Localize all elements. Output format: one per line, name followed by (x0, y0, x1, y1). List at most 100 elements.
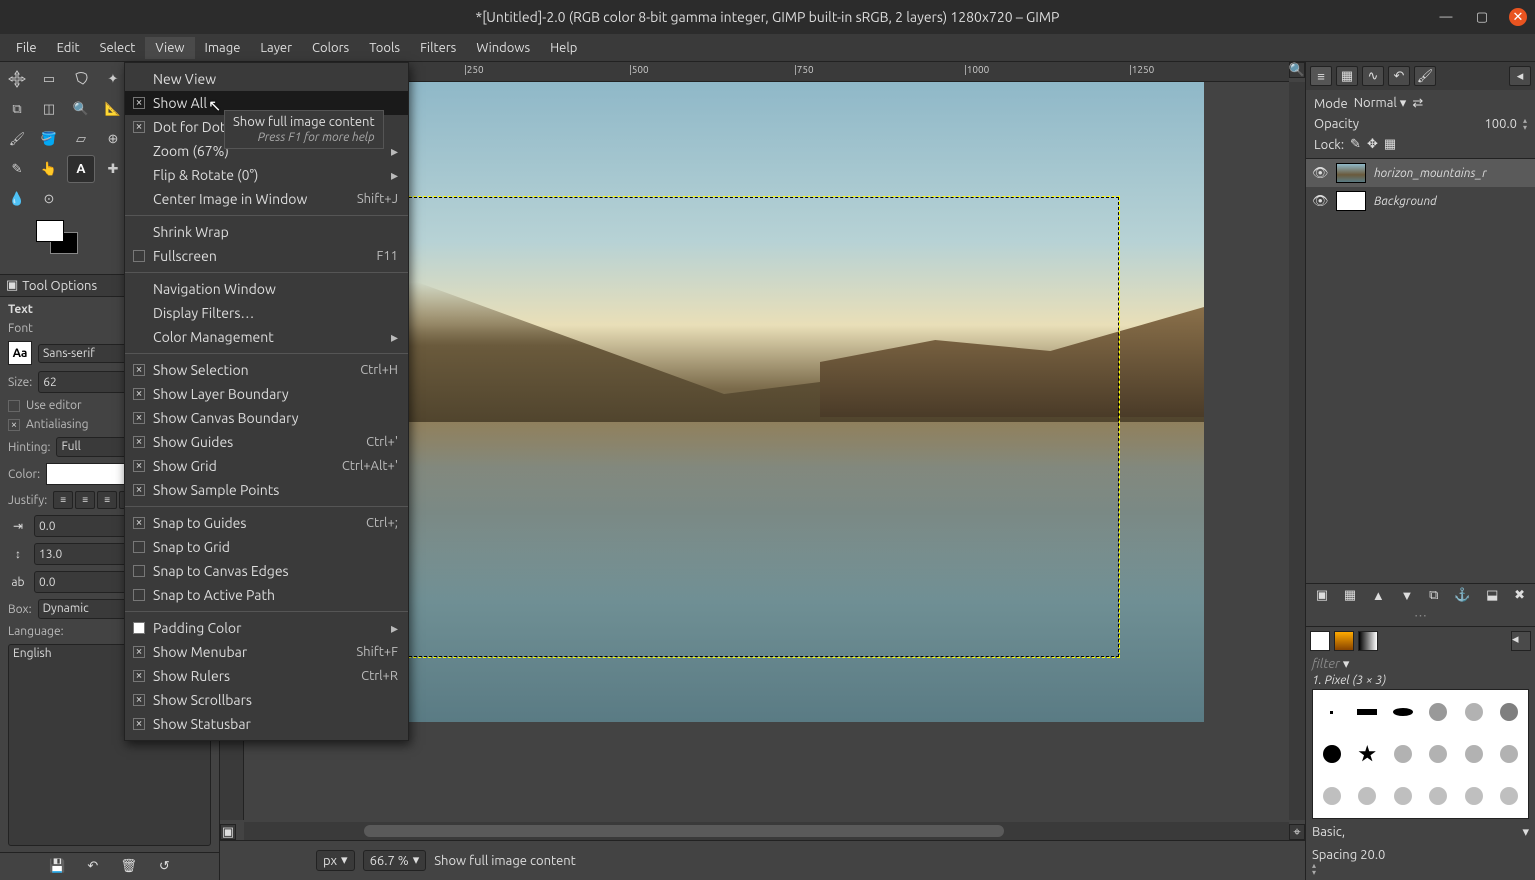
patterns-tab-icon[interactable] (1334, 631, 1354, 651)
menu-colors[interactable]: Colors (302, 37, 359, 59)
lock-alpha-icon[interactable]: ▦ (1384, 137, 1396, 152)
menu-show-selection[interactable]: Show SelectionCtrl+H (125, 358, 408, 382)
merge-layer-icon[interactable]: ⬓ (1486, 588, 1498, 603)
scrollbar-horizontal[interactable] (244, 822, 1289, 840)
justify-center-icon[interactable]: ≡ (75, 491, 95, 509)
lock-pixels-icon[interactable]: ✎ (1350, 137, 1361, 152)
eraser-tool-icon[interactable]: ▱ (68, 126, 94, 152)
menu-show-canvas-boundary[interactable]: Show Canvas Boundary (125, 406, 408, 430)
menu-snap-grid[interactable]: Snap to Grid (125, 535, 408, 559)
layer-thumbnail[interactable] (1336, 163, 1366, 183)
menu-navigation-window[interactable]: Navigation Window (125, 277, 408, 301)
layer-name[interactable]: horizon_mountains_r (1374, 167, 1487, 180)
restore-preset-icon[interactable]: ↶ (87, 859, 98, 874)
text-tool-icon[interactable]: A (68, 156, 94, 182)
paths-tab-icon[interactable]: ∿ (1362, 66, 1384, 86)
justify-left-icon[interactable]: ≡ (53, 491, 73, 509)
menu-snap-path[interactable]: Snap to Active Path (125, 583, 408, 607)
measure-tool-icon[interactable]: 📐 (100, 96, 126, 122)
menu-show-guides[interactable]: Show GuidesCtrl+' (125, 430, 408, 454)
fg-color-swatch[interactable] (36, 220, 64, 242)
antialias-checkbox[interactable] (8, 419, 20, 431)
brush-grid[interactable] (1312, 689, 1529, 819)
menu-show-statusbar[interactable]: Show Statusbar (125, 712, 408, 736)
brush-item[interactable] (1386, 692, 1420, 732)
brush-item[interactable] (1422, 734, 1456, 774)
smudge-tool-icon[interactable]: 👆 (36, 156, 62, 182)
spacing-spinner-icon[interactable]: ▴▾ (1312, 862, 1529, 876)
brush-item[interactable] (1351, 734, 1385, 774)
layer-row[interactable]: 👁 Background (1306, 187, 1535, 215)
paintbrush-tool-icon[interactable]: 🖌 (4, 126, 30, 152)
new-layer-icon[interactable]: ▣ (1316, 588, 1328, 603)
duplicate-layer-icon[interactable]: ⧉ (1429, 588, 1438, 603)
mode-dropdown[interactable]: Normal ▾ (1354, 96, 1407, 111)
menu-show-rulers[interactable]: Show RulersCtrl+R (125, 664, 408, 688)
free-select-tool-icon[interactable] (68, 66, 94, 92)
layer-thumbnail[interactable] (1336, 191, 1366, 211)
zoom-dropdown[interactable]: 66.7 % ▾ (363, 850, 427, 871)
brush-preset-dropdown[interactable]: Basic,▾ (1312, 825, 1345, 839)
transform-tool-icon[interactable]: ◫ (36, 96, 62, 122)
menu-image[interactable]: Image (195, 37, 251, 59)
layer-row[interactable]: 👁 horizon_mountains_r (1306, 159, 1535, 187)
menu-select[interactable]: Select (90, 37, 146, 59)
menu-display-filters[interactable]: Display Filters… (125, 301, 408, 325)
clone-tool-icon[interactable]: ⊕ (100, 126, 126, 152)
menu-show-sample-points[interactable]: Show Sample Points (125, 478, 408, 502)
save-preset-icon[interactable]: 💾 (49, 859, 65, 874)
bucket-fill-tool-icon[interactable]: 🪣 (36, 126, 62, 152)
undo-tab-icon[interactable]: ↶ (1388, 66, 1410, 86)
brush-tab-icon[interactable]: 🖌 (1414, 66, 1436, 86)
crop-tool-icon[interactable]: ⧉ (4, 96, 30, 122)
lock-position-icon[interactable]: ✥ (1367, 137, 1378, 152)
menu-flip-rotate[interactable]: Flip & Rotate (0°)▸ (125, 163, 408, 187)
spacing-value[interactable]: 20.0 (1360, 848, 1385, 862)
brush-item[interactable] (1351, 692, 1385, 732)
unit-dropdown[interactable]: px ▾ (316, 850, 355, 871)
lower-layer-icon[interactable]: ▼ (1401, 588, 1414, 603)
opacity-value[interactable]: 100.0 (1484, 117, 1517, 131)
fg-bg-color[interactable] (36, 220, 88, 268)
opacity-spinner-icon[interactable]: ▴▾ (1523, 117, 1527, 131)
reset-preset-icon[interactable]: ↺ (159, 859, 170, 874)
menu-show-layer-boundary[interactable]: Show Layer Boundary (125, 382, 408, 406)
mode-switch-icon[interactable]: ⇄ (1412, 96, 1423, 111)
rect-select-tool-icon[interactable]: ▭ (36, 66, 62, 92)
quickmask-icon[interactable]: ▣ (220, 824, 236, 840)
menu-windows[interactable]: Windows (466, 37, 540, 59)
menu-help[interactable]: Help (540, 37, 587, 59)
chevron-down-icon[interactable]: ▾ (1343, 657, 1350, 671)
brush-item[interactable] (1422, 776, 1456, 816)
brush-item[interactable] (1315, 734, 1349, 774)
brush-item[interactable] (1493, 692, 1527, 732)
minimize-icon[interactable]: — (1437, 8, 1455, 26)
menu-new-view[interactable]: New View (125, 67, 408, 91)
navigation-corner-icon[interactable]: ⌖ (1289, 824, 1305, 840)
brush-item[interactable] (1315, 776, 1349, 816)
channels-tab-icon[interactable]: ▦ (1336, 66, 1358, 86)
dock-handle-icon[interactable]: ⋯ (1306, 607, 1535, 626)
brush-item[interactable] (1422, 692, 1456, 732)
brush-item[interactable] (1457, 734, 1491, 774)
brush-item[interactable] (1351, 776, 1385, 816)
font-preview-icon[interactable]: Aa (8, 341, 32, 365)
path-tool-icon[interactable]: ✎ (4, 156, 30, 182)
menu-view[interactable]: View (145, 37, 194, 59)
brush-item[interactable] (1457, 692, 1491, 732)
close-icon[interactable]: ✕ (1509, 8, 1527, 26)
anchor-layer-icon[interactable]: ⚓ (1454, 588, 1470, 603)
menu-show-menubar[interactable]: Show MenubarShift+F (125, 640, 408, 664)
use-editor-checkbox[interactable] (8, 400, 20, 412)
brush-item[interactable] (1386, 776, 1420, 816)
panel-menu-icon[interactable]: ◂ (1509, 66, 1531, 86)
menu-color-management[interactable]: Color Management▸ (125, 325, 408, 349)
delete-preset-icon[interactable]: 🗑 (120, 859, 137, 874)
menu-edit[interactable]: Edit (47, 37, 90, 59)
fuzzy-select-tool-icon[interactable]: ✦ (100, 66, 126, 92)
zoom-corner-icon[interactable]: 🔍 (1289, 62, 1305, 78)
brush-item[interactable] (1457, 776, 1491, 816)
panel-menu-icon[interactable]: ◂ (1511, 631, 1531, 651)
brush-item[interactable] (1315, 692, 1349, 732)
menu-show-grid[interactable]: Show GridCtrl+Alt+' (125, 454, 408, 478)
